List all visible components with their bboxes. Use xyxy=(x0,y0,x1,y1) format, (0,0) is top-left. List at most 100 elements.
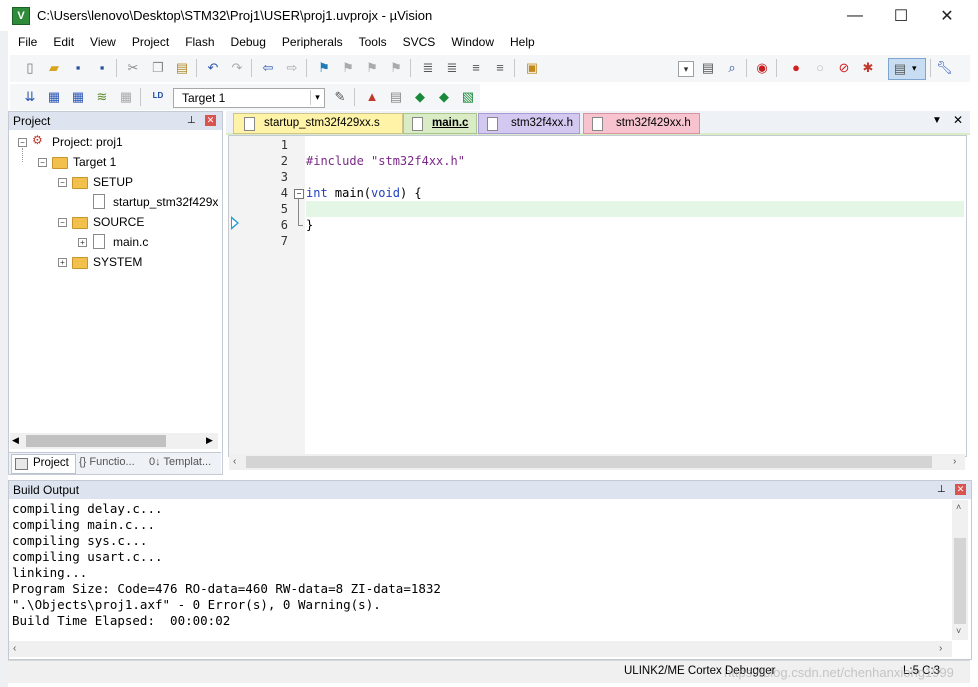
menu-flash[interactable]: Flash xyxy=(177,32,222,52)
target-options-icon[interactable]: ✎ xyxy=(332,89,348,105)
stop-build-icon[interactable]: ▦ xyxy=(118,89,134,105)
collapse-icon[interactable]: − xyxy=(38,158,47,167)
scroll-left-icon[interactable]: ‹ xyxy=(233,456,236,467)
close-button[interactable]: ✕ xyxy=(924,0,970,31)
breakpoint-icon[interactable]: ● xyxy=(788,60,804,76)
target-select[interactable]: Target 1 ▾ xyxy=(173,88,325,108)
editor-area[interactable] xyxy=(228,135,967,457)
menu-view[interactable]: View xyxy=(82,32,124,52)
unindent-icon[interactable]: ≣ xyxy=(444,60,460,76)
expand-icon[interactable]: + xyxy=(78,238,87,247)
next-bookmark-icon[interactable]: ⚑ xyxy=(364,60,380,76)
copy-icon[interactable]: ❐ xyxy=(150,60,166,76)
close-panel-icon[interactable]: ✕ xyxy=(205,115,216,126)
build-output-vscrollbar[interactable]: ˄ ˅ xyxy=(952,500,968,640)
tree-file-startup[interactable]: startup_stm32f429xx.s xyxy=(113,193,218,211)
indent-icon[interactable]: ≣ xyxy=(420,60,436,76)
scroll-thumb[interactable] xyxy=(954,538,966,624)
menu-project[interactable]: Project xyxy=(124,32,177,52)
tree-group-system[interactable]: SYSTEM xyxy=(93,253,142,271)
manage-components-icon[interactable]: ▲ xyxy=(364,89,380,105)
collapse-icon[interactable]: − xyxy=(18,138,27,147)
fold-collapse-icon[interactable]: − xyxy=(294,189,304,199)
find-in-files-icon[interactable]: ▣ xyxy=(524,60,540,76)
menu-tools[interactable]: Tools xyxy=(351,32,395,52)
clear-bookmarks-icon[interactable]: ⚑ xyxy=(388,60,404,76)
prev-bookmark-icon[interactable]: ⚑ xyxy=(340,60,356,76)
scroll-right-icon[interactable]: ▶ xyxy=(206,435,213,446)
tree-group-source[interactable]: SOURCE xyxy=(93,213,144,231)
minimize-button[interactable]: — xyxy=(832,0,878,31)
collapse-icon[interactable]: − xyxy=(58,218,67,227)
maximize-button[interactable]: ☐ xyxy=(878,0,924,31)
tab-templates[interactable]: 0↓ Templat... xyxy=(149,456,211,468)
open-folder-icon[interactable]: ▰ xyxy=(46,60,62,76)
run-time-environment-icon[interactable]: ◆ xyxy=(436,89,452,105)
scroll-up-icon[interactable]: ˄ xyxy=(956,502,961,512)
pin-icon[interactable]: ⊥ xyxy=(937,484,946,495)
window-layout-button[interactable]: ▤ ▾ xyxy=(888,58,926,80)
kill-all-breakpoints-icon[interactable]: ✱ xyxy=(860,60,876,76)
paste-icon[interactable]: ▤ xyxy=(174,60,190,76)
collapse-icon[interactable]: − xyxy=(58,178,67,187)
comment-icon[interactable]: ≡ xyxy=(468,60,484,76)
menu-help[interactable]: Help xyxy=(502,32,543,52)
scroll-right-icon[interactable]: › xyxy=(939,643,942,654)
menu-window[interactable]: Window xyxy=(443,32,502,52)
tab-startup-file[interactable]: startup_stm32f429xx.s xyxy=(233,113,403,134)
menu-file[interactable]: File xyxy=(10,32,45,52)
bookmark-icon[interactable]: ⚑ xyxy=(316,60,332,76)
scroll-left-icon[interactable]: ◀ xyxy=(12,435,19,446)
tab-list-dropdown-icon[interactable]: ▼ xyxy=(932,115,942,126)
undo-icon[interactable]: ↶ xyxy=(205,60,221,76)
build-icon[interactable]: ▦ xyxy=(46,89,62,105)
tree-group-setup[interactable]: SETUP xyxy=(93,173,133,191)
scroll-thumb[interactable] xyxy=(26,435,166,447)
batch-build-icon[interactable]: ≋ xyxy=(94,89,110,105)
close-tab-icon[interactable]: ✕ xyxy=(953,113,963,127)
tree-target[interactable]: Target 1 xyxy=(73,153,116,171)
save-icon[interactable]: ▪ xyxy=(70,60,86,76)
debug-session-icon[interactable]: ◉ xyxy=(754,60,770,76)
build-output-hscrollbar[interactable]: ‹ › xyxy=(9,641,952,657)
disable-all-breakpoints-icon[interactable]: ⊘ xyxy=(836,60,852,76)
rebuild-icon[interactable]: ▦ xyxy=(70,89,86,105)
download-load-icon[interactable]: LD xyxy=(150,88,166,104)
file-extensions-icon[interactable]: ▤ xyxy=(388,89,404,105)
tab-functions[interactable]: {} Functio... xyxy=(79,456,135,468)
save-all-icon[interactable]: ▪ xyxy=(94,60,110,76)
expand-icon[interactable]: + xyxy=(58,258,67,267)
tab-stm32f429xx-h[interactable]: stm32f429xx.h xyxy=(583,113,700,134)
cut-icon[interactable]: ✂ xyxy=(125,60,141,76)
navigate-forward-icon[interactable]: ⇨ xyxy=(284,60,300,76)
scroll-left-icon[interactable]: ‹ xyxy=(13,643,16,654)
tree-file-main[interactable]: main.c xyxy=(113,233,148,251)
close-panel-icon[interactable]: ✕ xyxy=(955,484,966,495)
uncomment-icon[interactable]: ≡ xyxy=(492,60,508,76)
menu-peripherals[interactable]: Peripherals xyxy=(274,32,351,52)
tab-project[interactable]: Project xyxy=(11,454,76,474)
translate-icon[interactable]: ⇊ xyxy=(22,89,38,105)
disable-breakpoint-icon[interactable]: ○ xyxy=(812,60,828,76)
tab-main-c[interactable]: main.c xyxy=(403,113,477,134)
navigate-back-icon[interactable]: ⇦ xyxy=(260,60,276,76)
scroll-thumb[interactable] xyxy=(246,456,932,468)
scroll-right-icon[interactable]: › xyxy=(953,456,956,467)
configure-icon[interactable]: 🔧︎ xyxy=(936,60,953,76)
pin-icon[interactable]: ⊥ xyxy=(187,115,196,126)
project-hscrollbar[interactable]: ◀ ▶ xyxy=(10,433,218,449)
editor-hscrollbar[interactable]: ‹ › xyxy=(229,454,965,470)
tree-project-root[interactable]: Project: proj1 xyxy=(52,133,123,151)
select-software-packs-icon[interactable]: ▧ xyxy=(460,89,476,105)
redo-icon[interactable]: ↷ xyxy=(229,60,245,76)
scroll-down-icon[interactable]: ˅ xyxy=(956,626,961,636)
menu-edit[interactable]: Edit xyxy=(45,32,82,52)
find-combo-dropdown[interactable]: ▾ xyxy=(678,61,694,77)
new-file-icon[interactable]: ▯ xyxy=(22,60,38,76)
tab-stm32f4xx-h[interactable]: stm32f4xx.h xyxy=(478,113,580,134)
incremental-find-icon[interactable]: ▤ xyxy=(700,60,716,76)
find-icon[interactable]: ⌕ xyxy=(724,60,740,76)
menu-debug[interactable]: Debug xyxy=(223,32,274,52)
pack-installer-icon[interactable]: ◆ xyxy=(412,89,428,105)
menu-svcs[interactable]: SVCS xyxy=(395,32,444,52)
